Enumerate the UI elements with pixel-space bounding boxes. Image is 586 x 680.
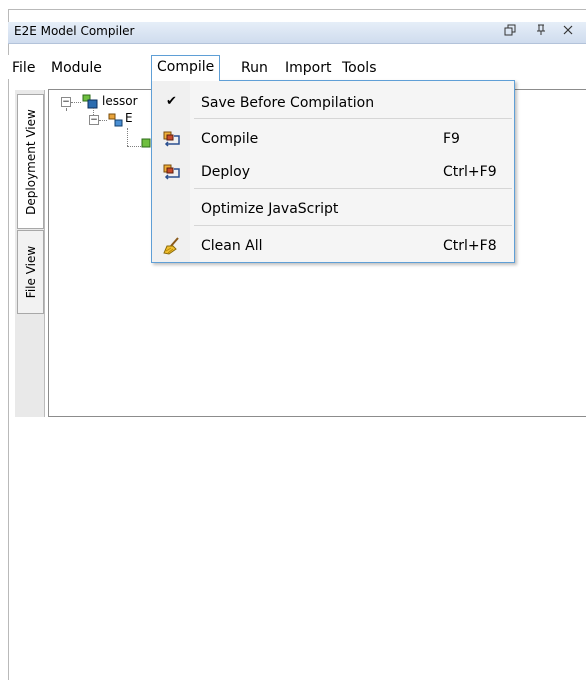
tab-file-view[interactable]: File View — [17, 230, 44, 314]
menu-bar: File Module Compile Run Import Tools — [8, 55, 586, 81]
menu-item-shortcut: Ctrl+F8 — [443, 238, 497, 254]
menu-item-label: Save Before Compilation — [201, 95, 375, 111]
menu-save-before-compilation[interactable]: ✔ Save Before Compilation — [152, 89, 514, 117]
menu-run[interactable]: Run — [238, 59, 271, 77]
tab-deployment-view-label: Deployment View — [23, 108, 38, 215]
tab-deployment-view[interactable]: Deployment View — [17, 94, 44, 229]
menu-item-shortcut: F9 — [443, 131, 460, 147]
menu-module[interactable]: Module — [48, 59, 105, 77]
menu-file[interactable]: File — [9, 59, 38, 77]
menu-item-label: Compile — [201, 131, 259, 147]
menu-import[interactable]: Import — [282, 59, 334, 77]
menu-optimize-javascript[interactable]: Optimize JavaScript — [152, 195, 514, 223]
tree-child-label[interactable]: E — [125, 111, 133, 125]
panel-title: E2E Model Compiler — [14, 24, 135, 38]
side-tab-strip: Deployment View File View — [15, 90, 45, 417]
menu-compile[interactable]: Compile — [151, 55, 221, 81]
compile-icon — [163, 130, 181, 148]
menu-item-label: Optimize JavaScript — [201, 201, 339, 217]
tab-file-view-label: File View — [23, 245, 38, 299]
menu-item-label: Deploy — [201, 164, 251, 180]
package-icon — [82, 94, 98, 109]
pin-icon[interactable] — [534, 24, 548, 40]
deploy-icon — [163, 163, 181, 181]
tree-collapse-icon[interactable]: − — [89, 115, 99, 125]
menu-item-label: Clean All — [201, 238, 263, 254]
menu-compile-item[interactable]: Compile F9 — [152, 125, 514, 153]
module-icon — [107, 112, 123, 127]
panel-titlebar: E2E Model Compiler — [8, 22, 586, 44]
menu-clean-all[interactable]: Clean All Ctrl+F8 — [152, 232, 514, 260]
compile-menu-dropdown: ✔ Save Before Compilation Compile F9 Dep… — [151, 80, 515, 263]
check-icon: ✔ — [166, 94, 177, 109]
broom-icon — [163, 237, 181, 255]
tree-root-label[interactable]: lessor — [102, 94, 138, 108]
tree-collapse-icon[interactable]: − — [61, 97, 71, 107]
close-icon[interactable] — [561, 24, 575, 40]
menu-tools[interactable]: Tools — [339, 59, 380, 77]
restore-icon[interactable] — [503, 24, 517, 40]
menu-deploy-item[interactable]: Deploy Ctrl+F9 — [152, 158, 514, 186]
menu-item-shortcut: Ctrl+F9 — [443, 164, 497, 180]
